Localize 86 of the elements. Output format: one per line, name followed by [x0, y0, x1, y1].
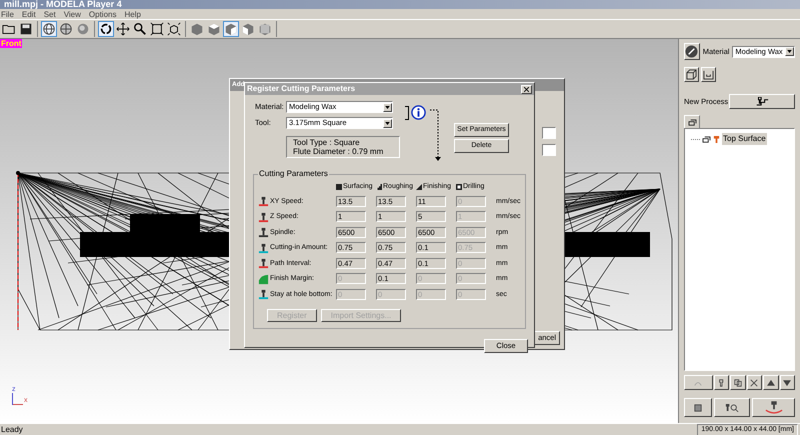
save-icon: [19, 22, 33, 36]
tool-icon: [713, 134, 720, 144]
globe-icon: [59, 22, 73, 36]
copy-icon: [734, 378, 742, 386]
status-message: Leady: [0, 424, 24, 435]
cube-icon: [207, 22, 221, 36]
tool-icon: [258, 274, 269, 285]
toolbar-button[interactable]: [58, 21, 74, 37]
toolbar-button[interactable]: [166, 21, 182, 37]
tree-line: [691, 138, 700, 140]
caret-icon: [385, 106, 390, 108]
z-axis-line: [12, 393, 13, 405]
zoom-icon: [133, 22, 147, 36]
box-icon: [686, 69, 697, 80]
list-button[interactable]: [763, 375, 779, 390]
toolbar-button[interactable]: [132, 21, 148, 37]
menu-item[interactable]: File: [1, 10, 14, 18]
info-icon: [411, 105, 426, 120]
wireframe-globe-icon: [42, 22, 56, 36]
fit-box-icon: [167, 22, 181, 36]
cut-button[interactable]: [752, 398, 795, 417]
cube-icon: [190, 22, 204, 36]
new-process-button[interactable]: [729, 94, 795, 109]
move-icon: [116, 22, 130, 36]
folder-icon: [2, 22, 16, 36]
menu-item[interactable]: Help: [124, 10, 141, 18]
toolbar-button[interactable]: [98, 21, 114, 37]
tool-icon: [258, 212, 269, 223]
pass-icon: [376, 184, 382, 190]
tool-icon: [258, 242, 269, 254]
tool-icon: [258, 227, 269, 238]
pen-icon: [685, 45, 698, 58]
milling-icon: [764, 401, 782, 414]
menu-item[interactable]: Options: [88, 10, 116, 18]
close-icon[interactable]: [521, 84, 532, 94]
preview-button[interactable]: [684, 398, 712, 417]
layers-icon: [702, 136, 711, 142]
tool-icon: [258, 196, 269, 208]
group-title: Cutting Parameters: [258, 168, 329, 180]
view-label: Front: [0, 39, 22, 48]
tree-item[interactable]: Top Surface: [722, 133, 767, 145]
list-button[interactable]: [714, 375, 730, 390]
view-button[interactable]: [684, 67, 699, 82]
tool-icon: [258, 289, 269, 300]
fit-icon: [150, 22, 164, 36]
delete-icon: [750, 378, 758, 386]
combo-box[interactable]: [542, 144, 556, 156]
caret-icon: [787, 50, 792, 53]
list-button[interactable]: [780, 375, 795, 390]
view-button[interactable]: [701, 67, 716, 82]
simulate-button[interactable]: [714, 398, 750, 417]
pass-icon: [456, 184, 462, 190]
rotate-icon: [99, 22, 113, 36]
cube-icon: [241, 22, 255, 36]
material-button[interactable]: [684, 43, 700, 60]
step-icon: [755, 97, 769, 106]
tool-icon: [258, 258, 269, 270]
menu-item[interactable]: View: [64, 10, 81, 18]
info-text: Tool Type : Square: [293, 138, 361, 147]
info-text: Flute Diameter : 0.79 mm: [293, 147, 384, 156]
layers-icon: [688, 118, 696, 126]
cube-icon: [258, 22, 272, 36]
toolbar-button[interactable]: [149, 21, 165, 37]
combo-box[interactable]: [542, 127, 556, 139]
up-icon: [766, 378, 775, 386]
menu-item[interactable]: Set: [44, 10, 56, 18]
tool-icon: [718, 378, 726, 386]
caret-icon: [385, 122, 390, 124]
toolbar-button[interactable]: [18, 21, 34, 37]
list-button[interactable]: [730, 375, 746, 390]
tray-icon: [703, 69, 714, 80]
pass-icon: [416, 184, 422, 190]
x-axis-line: [13, 404, 23, 405]
toolbar-button[interactable]: [41, 21, 57, 37]
sphere-icon: [76, 22, 90, 36]
cube-icon: [224, 22, 238, 36]
dialog-title: Register Cutting Parameters: [247, 83, 356, 95]
tool-search-icon: [725, 403, 739, 412]
pass-icon: [336, 184, 342, 190]
down-icon: [783, 378, 792, 386]
list-button[interactable]: [746, 375, 762, 390]
menu-item[interactable]: Edit: [22, 10, 36, 18]
bracket-line: [405, 106, 409, 120]
window-title: mill.mpj - MODELA Player 4: [4, 0, 122, 9]
square-icon: [694, 404, 702, 412]
toolbar-button[interactable]: [115, 21, 131, 37]
